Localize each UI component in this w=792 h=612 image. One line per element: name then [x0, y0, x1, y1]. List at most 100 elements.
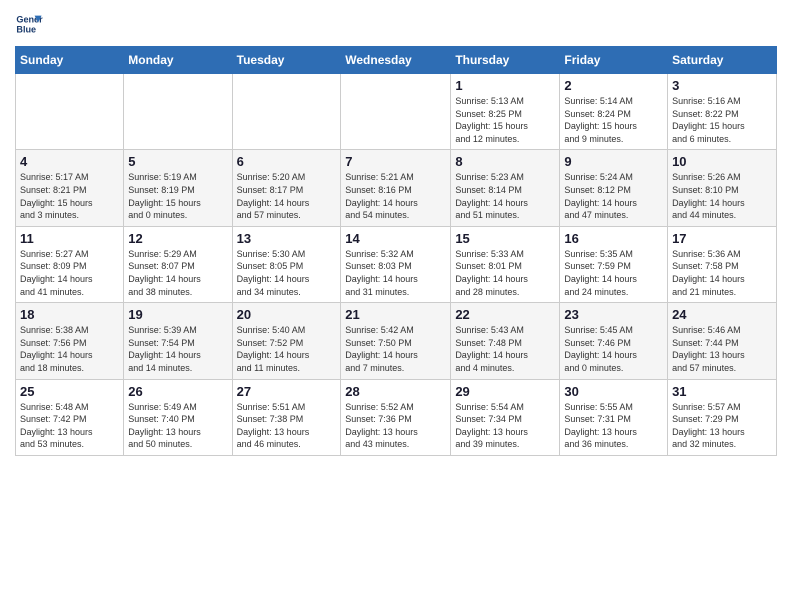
day-cell: 14 Sunrise: 5:32 AM Sunset: 8:03 PM Dayli…: [341, 226, 451, 302]
day-number: 6: [237, 154, 337, 169]
day-info: Sunrise: 5:51 AM Sunset: 7:38 PM Dayligh…: [237, 401, 337, 451]
day-cell: 8 Sunrise: 5:23 AM Sunset: 8:14 PM Daylig…: [451, 150, 560, 226]
logo: General Blue: [15, 10, 47, 38]
day-cell: 31 Sunrise: 5:57 AM Sunset: 7:29 PM Dayli…: [668, 379, 777, 455]
day-cell: [341, 74, 451, 150]
day-number: 15: [455, 231, 555, 246]
day-info: Sunrise: 5:46 AM Sunset: 7:44 PM Dayligh…: [672, 324, 772, 374]
day-cell: [124, 74, 232, 150]
day-number: 26: [128, 384, 227, 399]
day-cell: 26 Sunrise: 5:49 AM Sunset: 7:40 PM Dayli…: [124, 379, 232, 455]
day-cell: 7 Sunrise: 5:21 AM Sunset: 8:16 PM Daylig…: [341, 150, 451, 226]
day-cell: 4 Sunrise: 5:17 AM Sunset: 8:21 PM Daylig…: [16, 150, 124, 226]
weekday-header-sunday: Sunday: [16, 47, 124, 74]
day-info: Sunrise: 5:45 AM Sunset: 7:46 PM Dayligh…: [564, 324, 663, 374]
day-cell: 21Sunrise: 5:42 AM Sunset: 7:50 PM Dayli…: [341, 303, 451, 379]
weekday-header-wednesday: Wednesday: [341, 47, 451, 74]
day-number: 21: [345, 307, 446, 322]
day-info: Sunrise: 5:36 AM Sunset: 7:58 PM Dayligh…: [672, 248, 772, 298]
day-number: 5: [128, 154, 227, 169]
day-info: Sunrise: 5:48 AM Sunset: 7:42 PM Dayligh…: [20, 401, 119, 451]
day-number: 31: [672, 384, 772, 399]
day-cell: 29Sunrise: 5:54 AM Sunset: 7:34 PM Dayli…: [451, 379, 560, 455]
day-info: Sunrise: 5:49 AM Sunset: 7:40 PM Dayligh…: [128, 401, 227, 451]
day-cell: 12Sunrise: 5:29 AM Sunset: 8:07 PM Dayli…: [124, 226, 232, 302]
day-cell: 6 Sunrise: 5:20 AM Sunset: 8:17 PM Daylig…: [232, 150, 341, 226]
day-cell: 16Sunrise: 5:35 AM Sunset: 7:59 PM Dayli…: [560, 226, 668, 302]
day-info: Sunrise: 5:40 AM Sunset: 7:52 PM Dayligh…: [237, 324, 337, 374]
svg-text:Blue: Blue: [16, 24, 36, 34]
day-cell: 3 Sunrise: 5:16 AM Sunset: 8:22 PM Daylig…: [668, 74, 777, 150]
day-info: Sunrise: 5:33 AM Sunset: 8:01 PM Dayligh…: [455, 248, 555, 298]
day-info: Sunrise: 5:20 AM Sunset: 8:17 PM Dayligh…: [237, 171, 337, 221]
day-cell: 11Sunrise: 5:27 AM Sunset: 8:09 PM Dayli…: [16, 226, 124, 302]
day-info: Sunrise: 5:17 AM Sunset: 8:21 PM Dayligh…: [20, 171, 119, 221]
day-number: 2: [564, 78, 663, 93]
day-info: Sunrise: 5:26 AM Sunset: 8:10 PM Dayligh…: [672, 171, 772, 221]
day-cell: 19 Sunrise: 5:39 AM Sunset: 7:54 PM Dayli…: [124, 303, 232, 379]
day-info: Sunrise: 5:38 AM Sunset: 7:56 PM Dayligh…: [20, 324, 119, 374]
day-cell: 17Sunrise: 5:36 AM Sunset: 7:58 PM Dayli…: [668, 226, 777, 302]
week-row-2: 4 Sunrise: 5:17 AM Sunset: 8:21 PM Daylig…: [16, 150, 777, 226]
day-number: 13: [237, 231, 337, 246]
day-cell: [16, 74, 124, 150]
day-info: Sunrise: 5:55 AM Sunset: 7:31 PM Dayligh…: [564, 401, 663, 451]
day-number: 28: [345, 384, 446, 399]
day-cell: 9 Sunrise: 5:24 AM Sunset: 8:12 PM Daylig…: [560, 150, 668, 226]
day-number: 24: [672, 307, 772, 322]
day-info: Sunrise: 5:35 AM Sunset: 7:59 PM Dayligh…: [564, 248, 663, 298]
day-info: Sunrise: 5:19 AM Sunset: 8:19 PM Dayligh…: [128, 171, 227, 221]
weekday-header-tuesday: Tuesday: [232, 47, 341, 74]
day-info: Sunrise: 5:39 AM Sunset: 7:54 PM Dayligh…: [128, 324, 227, 374]
day-cell: 18 Sunrise: 5:38 AM Sunset: 7:56 PM Dayli…: [16, 303, 124, 379]
weekday-header-friday: Friday: [560, 47, 668, 74]
weekday-header-monday: Monday: [124, 47, 232, 74]
weekday-header-row: SundayMondayTuesdayWednesdayThursdayFrid…: [16, 47, 777, 74]
day-number: 3: [672, 78, 772, 93]
day-cell: 2 Sunrise: 5:14 AM Sunset: 8:24 PM Daylig…: [560, 74, 668, 150]
day-number: 30: [564, 384, 663, 399]
day-cell: 1Sunrise: 5:13 AM Sunset: 8:25 PM Daylig…: [451, 74, 560, 150]
day-number: 23: [564, 307, 663, 322]
day-number: 14: [345, 231, 446, 246]
day-cell: 10 Sunrise: 5:26 AM Sunset: 8:10 PM Dayli…: [668, 150, 777, 226]
day-number: 1: [455, 78, 555, 93]
day-number: 4: [20, 154, 119, 169]
weekday-header-saturday: Saturday: [668, 47, 777, 74]
day-info: Sunrise: 5:14 AM Sunset: 8:24 PM Dayligh…: [564, 95, 663, 145]
day-cell: 25 Sunrise: 5:48 AM Sunset: 7:42 PM Dayli…: [16, 379, 124, 455]
day-info: Sunrise: 5:32 AM Sunset: 8:03 PM Dayligh…: [345, 248, 446, 298]
day-info: Sunrise: 5:16 AM Sunset: 8:22 PM Dayligh…: [672, 95, 772, 145]
day-info: Sunrise: 5:24 AM Sunset: 8:12 PM Dayligh…: [564, 171, 663, 221]
week-row-1: 1Sunrise: 5:13 AM Sunset: 8:25 PM Daylig…: [16, 74, 777, 150]
day-number: 18: [20, 307, 119, 322]
day-cell: 5 Sunrise: 5:19 AM Sunset: 8:19 PM Daylig…: [124, 150, 232, 226]
weekday-header-thursday: Thursday: [451, 47, 560, 74]
day-cell: 13 Sunrise: 5:30 AM Sunset: 8:05 PM Dayli…: [232, 226, 341, 302]
day-number: 8: [455, 154, 555, 169]
day-cell: 28 Sunrise: 5:52 AM Sunset: 7:36 PM Dayli…: [341, 379, 451, 455]
day-cell: 27 Sunrise: 5:51 AM Sunset: 7:38 PM Dayli…: [232, 379, 341, 455]
day-number: 25: [20, 384, 119, 399]
day-number: 7: [345, 154, 446, 169]
day-info: Sunrise: 5:54 AM Sunset: 7:34 PM Dayligh…: [455, 401, 555, 451]
day-number: 20: [237, 307, 337, 322]
day-info: Sunrise: 5:23 AM Sunset: 8:14 PM Dayligh…: [455, 171, 555, 221]
day-cell: 30 Sunrise: 5:55 AM Sunset: 7:31 PM Dayli…: [560, 379, 668, 455]
calendar-table: SundayMondayTuesdayWednesdayThursdayFrid…: [15, 46, 777, 456]
week-row-4: 18 Sunrise: 5:38 AM Sunset: 7:56 PM Dayli…: [16, 303, 777, 379]
day-cell: 24 Sunrise: 5:46 AM Sunset: 7:44 PM Dayli…: [668, 303, 777, 379]
day-number: 9: [564, 154, 663, 169]
page-header: General Blue: [15, 10, 777, 38]
day-info: Sunrise: 5:21 AM Sunset: 8:16 PM Dayligh…: [345, 171, 446, 221]
day-info: Sunrise: 5:52 AM Sunset: 7:36 PM Dayligh…: [345, 401, 446, 451]
day-number: 11: [20, 231, 119, 246]
week-row-5: 25 Sunrise: 5:48 AM Sunset: 7:42 PM Dayli…: [16, 379, 777, 455]
day-info: Sunrise: 5:57 AM Sunset: 7:29 PM Dayligh…: [672, 401, 772, 451]
day-number: 19: [128, 307, 227, 322]
day-info: Sunrise: 5:30 AM Sunset: 8:05 PM Dayligh…: [237, 248, 337, 298]
day-cell: 22Sunrise: 5:43 AM Sunset: 7:48 PM Dayli…: [451, 303, 560, 379]
day-number: 10: [672, 154, 772, 169]
day-cell: 20 Sunrise: 5:40 AM Sunset: 7:52 PM Dayli…: [232, 303, 341, 379]
day-number: 27: [237, 384, 337, 399]
